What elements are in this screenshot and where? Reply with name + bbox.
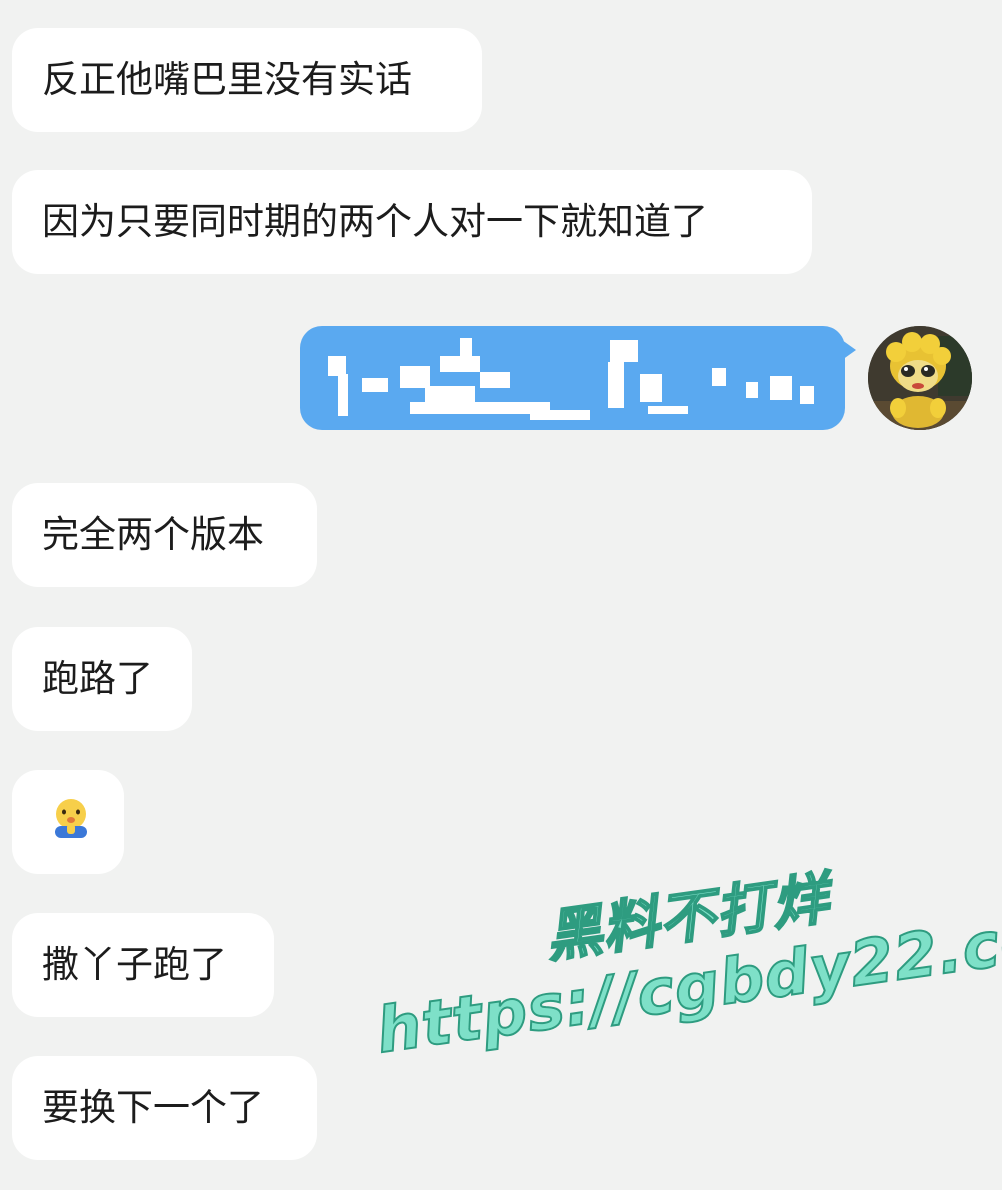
message-bubble-received[interactable]: 跑路了 <box>12 627 192 731</box>
redaction-mark <box>480 372 510 388</box>
message-text: 跑路了 <box>42 657 153 700</box>
redaction-mark <box>530 410 590 420</box>
redaction-mark <box>338 374 348 416</box>
redaction-mark <box>608 362 624 408</box>
message-text: 完全两个版本 <box>42 513 264 556</box>
cartoon-avatar-icon <box>868 326 972 430</box>
message-text: 撒丫子跑了 <box>42 943 227 986</box>
message-bubble-received[interactable]: 撒丫子跑了 <box>12 913 274 1017</box>
message-bubble-received[interactable]: 要换下一个了 <box>12 1056 317 1160</box>
redaction-mark <box>400 366 430 388</box>
message-bubble-received[interactable]: 反正他嘴巴里没有实话 <box>12 28 482 132</box>
redaction-mark <box>410 402 550 414</box>
redaction-mark <box>328 356 346 376</box>
redaction-mark <box>610 340 638 362</box>
saluting-face-emoji-icon <box>55 799 87 838</box>
redaction-mark <box>712 368 726 386</box>
redaction-mark <box>460 338 472 360</box>
redaction-mark <box>746 382 758 398</box>
redaction-mark <box>640 374 662 402</box>
redaction-mark <box>800 386 814 404</box>
redaction-mark <box>362 378 388 392</box>
message-bubble-received[interactable]: 完全两个版本 <box>12 483 317 587</box>
redaction-mark <box>648 406 688 414</box>
user-avatar[interactable] <box>868 326 972 430</box>
message-bubble-sent-redacted[interactable] <box>300 326 845 430</box>
message-text: 反正他嘴巴里没有实话 <box>42 58 412 101</box>
redaction-mark <box>770 376 792 400</box>
message-text: 要换下一个了 <box>42 1086 264 1129</box>
sent-bubble-tail <box>842 340 856 360</box>
message-text: 因为只要同时期的两个人对一下就知道了 <box>42 200 708 243</box>
chat-area: 反正他嘴巴里没有实话 因为只要同时期的两个人对一下就知道了 完全两个版本 跑路了… <box>0 0 1002 1190</box>
message-bubble-received[interactable] <box>12 770 124 874</box>
message-bubble-received[interactable]: 因为只要同时期的两个人对一下就知道了 <box>12 170 812 274</box>
